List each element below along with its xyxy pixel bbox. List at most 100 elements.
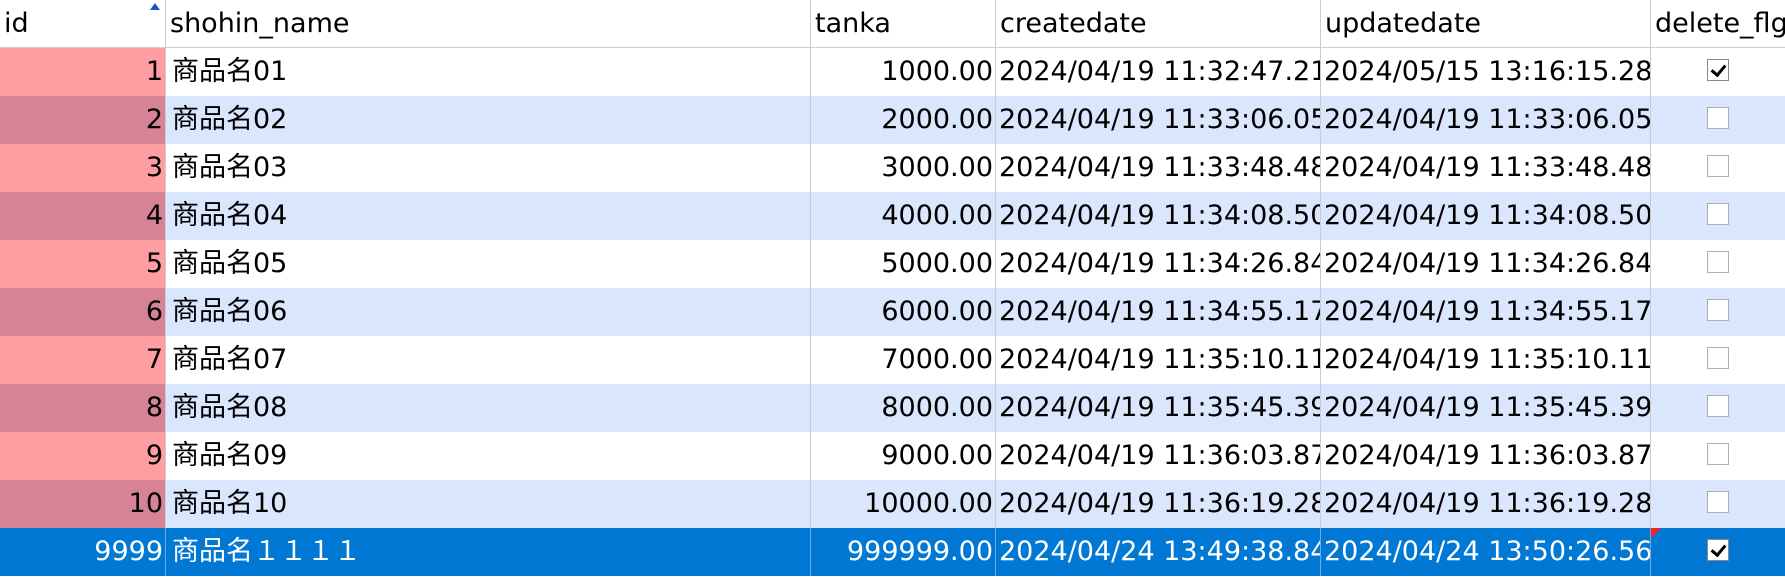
table-row[interactable]: 1 商品名01 1000.00 2024/04/19 11:32:47.218 2024… — [0, 48, 1785, 96]
cell-updatedate[interactable]: 2024/04/19 11:33:48.483 — [1321, 144, 1651, 192]
checkbox-unchecked[interactable] — [1707, 154, 1729, 177]
column-header-updatedate[interactable]: updatedate — [1321, 0, 1651, 48]
cell-updatedate[interactable]: 2024/04/19 11:34:08.503 — [1321, 192, 1651, 240]
column-header-id[interactable]: id — [0, 0, 166, 48]
cell-tanka[interactable]: 5000.00 — [811, 240, 996, 288]
table-row[interactable]: 3 商品名03 3000.00 2024/04/19 11:33:48.483 2024… — [0, 144, 1785, 192]
cell-id[interactable]: 1 — [0, 48, 166, 96]
sort-ascending-icon[interactable] — [150, 3, 160, 10]
checkbox-checked[interactable] — [1707, 538, 1729, 561]
cell-delete-flg[interactable] — [1651, 528, 1785, 576]
cell-tanka[interactable]: 7000.00 — [811, 336, 996, 384]
table-row[interactable]: 5 商品名05 5000.00 2024/04/19 11:34:26.842 2024… — [0, 240, 1785, 288]
cell-createdate[interactable]: 2024/04/19 11:32:47.218 — [996, 48, 1321, 96]
cell-createdate[interactable]: 2024/04/19 11:33:06.057 — [996, 96, 1321, 144]
cell-shohin-name[interactable]: 商品名03 — [166, 144, 811, 192]
cell-shohin-name[interactable]: 商品名05 — [166, 240, 811, 288]
cell-updatedate[interactable]: 2024/04/19 11:33:06.057 — [1321, 96, 1651, 144]
cell-delete-flg[interactable] — [1651, 144, 1785, 192]
cell-id[interactable]: 6 — [0, 288, 166, 336]
checkbox-checked[interactable] — [1707, 58, 1729, 81]
table-row[interactable]: 2 商品名02 2000.00 2024/04/19 11:33:06.057 2024… — [0, 96, 1785, 144]
cell-createdate[interactable]: 2024/04/19 11:36:19.281 — [996, 480, 1321, 528]
cell-tanka[interactable]: 1000.00 — [811, 48, 996, 96]
cell-tanka[interactable]: 4000.00 — [811, 192, 996, 240]
cell-shohin-name[interactable]: 商品名06 — [166, 288, 811, 336]
cell-tanka[interactable]: 8000.00 — [811, 384, 996, 432]
checkbox-unchecked[interactable] — [1707, 106, 1729, 129]
cell-shohin-name[interactable]: 商品名02 — [166, 96, 811, 144]
column-header-label: delete_flg — [1655, 8, 1785, 39]
cell-updatedate[interactable]: 2024/04/19 11:36:03.876 — [1321, 432, 1651, 480]
cell-tanka[interactable]: 6000.00 — [811, 288, 996, 336]
column-header-tanka[interactable]: tanka — [811, 0, 996, 48]
cell-delete-flg[interactable] — [1651, 288, 1785, 336]
cell-id[interactable]: 9 — [0, 432, 166, 480]
cell-shohin-name[interactable]: 商品名１１１１ — [166, 528, 811, 576]
cell-id[interactable]: 3 — [0, 144, 166, 192]
cell-id[interactable]: 4 — [0, 192, 166, 240]
cell-shohin-name[interactable]: 商品名04 — [166, 192, 811, 240]
cell-shohin-name[interactable]: 商品名10 — [166, 480, 811, 528]
column-header-shohin-name[interactable]: shohin_name — [166, 0, 811, 48]
checkbox-unchecked[interactable] — [1707, 346, 1729, 369]
column-header-label: id — [4, 8, 29, 39]
table-row[interactable]: 6 商品名06 6000.00 2024/04/19 11:34:55.170 2024… — [0, 288, 1785, 336]
cell-delete-flg[interactable] — [1651, 432, 1785, 480]
column-header-createdate[interactable]: createdate — [996, 0, 1321, 48]
cell-createdate[interactable]: 2024/04/19 11:34:55.170 — [996, 288, 1321, 336]
cell-updatedate[interactable]: 2024/04/19 11:35:10.115 — [1321, 336, 1651, 384]
cell-id[interactable]: 7 — [0, 336, 166, 384]
cell-createdate[interactable]: 2024/04/24 13:49:38.841 — [996, 528, 1321, 576]
cell-tanka[interactable]: 9000.00 — [811, 432, 996, 480]
cell-delete-flg[interactable] — [1651, 48, 1785, 96]
cell-updatedate[interactable]: 2024/04/19 11:35:45.396 — [1321, 384, 1651, 432]
cell-createdate[interactable]: 2024/04/19 11:34:08.503 — [996, 192, 1321, 240]
cell-delete-flg[interactable] — [1651, 240, 1785, 288]
cell-updatedate[interactable]: 2024/05/15 13:16:15.286 — [1321, 48, 1651, 96]
table-row[interactable]: 8 商品名08 8000.00 2024/04/19 11:35:45.396 2024… — [0, 384, 1785, 432]
column-header-delete-flg[interactable]: delete_flg — [1651, 0, 1785, 48]
table-row[interactable]: 9999 商品名１１１１ 999999.00 2024/04/24 13:49:38.… — [0, 528, 1785, 576]
cell-updatedate[interactable]: 2024/04/19 11:34:55.170 — [1321, 288, 1651, 336]
cell-id[interactable]: 8 — [0, 384, 166, 432]
cell-shohin-name[interactable]: 商品名08 — [166, 384, 811, 432]
checkbox-unchecked[interactable] — [1707, 250, 1729, 273]
checkbox-unchecked[interactable] — [1707, 442, 1729, 465]
cell-id[interactable]: 5 — [0, 240, 166, 288]
table-row[interactable]: 9 商品名09 9000.00 2024/04/19 11:36:03.876 2024… — [0, 432, 1785, 480]
cell-tanka[interactable]: 10000.00 — [811, 480, 996, 528]
cell-tanka[interactable]: 3000.00 — [811, 144, 996, 192]
cell-shohin-name[interactable]: 商品名01 — [166, 48, 811, 96]
cell-createdate[interactable]: 2024/04/19 11:35:10.115 — [996, 336, 1321, 384]
checkbox-unchecked[interactable] — [1707, 202, 1729, 225]
cell-createdate[interactable]: 2024/04/19 11:33:48.483 — [996, 144, 1321, 192]
table-row[interactable]: 10 商品名10 10000.00 2024/04/19 11:36:19.281 20… — [0, 480, 1785, 528]
checkbox-unchecked[interactable] — [1707, 298, 1729, 321]
cell-delete-flg[interactable] — [1651, 384, 1785, 432]
column-header-label: createdate — [1000, 8, 1147, 39]
cell-createdate[interactable]: 2024/04/19 11:35:45.396 — [996, 384, 1321, 432]
cell-id[interactable]: 9999 — [0, 528, 166, 576]
column-header-label: updatedate — [1325, 8, 1482, 39]
cell-tanka[interactable]: 999999.00 — [811, 528, 996, 576]
table-row[interactable]: 4 商品名04 4000.00 2024/04/19 11:34:08.503 2024… — [0, 192, 1785, 240]
checkbox-unchecked[interactable] — [1707, 394, 1729, 417]
cell-createdate[interactable]: 2024/04/19 11:34:26.842 — [996, 240, 1321, 288]
cell-id[interactable]: 10 — [0, 480, 166, 528]
table-row[interactable]: 7 商品名07 7000.00 2024/04/19 11:35:10.115 2024… — [0, 336, 1785, 384]
data-grid[interactable]: id shohin_name tanka createdate updateda… — [0, 0, 1785, 585]
cell-updatedate[interactable]: 2024/04/19 11:36:19.281 — [1321, 480, 1651, 528]
cell-updatedate[interactable]: 2024/04/24 13:50:26.569 — [1321, 528, 1651, 576]
cell-delete-flg[interactable] — [1651, 192, 1785, 240]
cell-updatedate[interactable]: 2024/04/19 11:34:26.842 — [1321, 240, 1651, 288]
cell-delete-flg[interactable] — [1651, 480, 1785, 528]
checkbox-unchecked[interactable] — [1707, 490, 1729, 513]
cell-delete-flg[interactable] — [1651, 96, 1785, 144]
cell-tanka[interactable]: 2000.00 — [811, 96, 996, 144]
cell-delete-flg[interactable] — [1651, 336, 1785, 384]
cell-shohin-name[interactable]: 商品名09 — [166, 432, 811, 480]
cell-shohin-name[interactable]: 商品名07 — [166, 336, 811, 384]
cell-createdate[interactable]: 2024/04/19 11:36:03.876 — [996, 432, 1321, 480]
cell-id[interactable]: 2 — [0, 96, 166, 144]
